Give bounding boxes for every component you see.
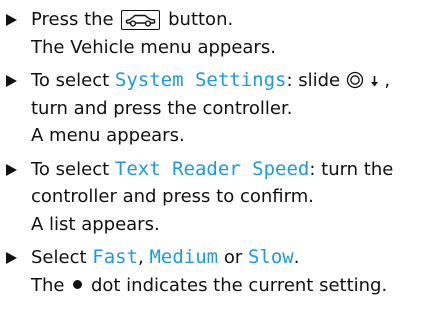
down-arrow-icon [370, 70, 385, 91]
step-2-text-b: : slide [286, 70, 341, 91]
controller-icon-shape [346, 71, 364, 89]
bullet-triangle-icon [6, 14, 17, 26]
step-2-result: A menu appears. [31, 125, 185, 146]
car-icon [121, 10, 161, 30]
step-3-text-c: controller and press to confirm. [31, 186, 314, 207]
down-arrow-icon-shape [370, 76, 378, 87]
step-4-result-b: dot indicates the current setting. [90, 274, 388, 296]
step-2-text-c: , [384, 70, 391, 91]
step-4-sep-2: or [218, 247, 248, 268]
option-medium: Medium [149, 246, 219, 268]
step-4-text-a: Select [31, 247, 93, 268]
step-4-end: . [293, 247, 300, 268]
controller-icon [346, 70, 370, 91]
step-3-text-b: : turn the [309, 158, 394, 180]
option-slow: Slow [247, 246, 294, 268]
step-4-sep-1: , [138, 247, 150, 268]
bullet-triangle-icon [6, 163, 17, 176]
step-2-text-d: turn and press the controller. [31, 97, 293, 119]
step-1-text-a: Press the [31, 9, 114, 30]
menu-item-system-settings: System Settings [114, 69, 287, 91]
step-1-result: The Vehicle menu appears. [31, 36, 276, 58]
step-1: Press the button. The Vehicle menu appea… [6, 6, 443, 61]
car-icon-shape [126, 14, 156, 27]
bullet-triangle-icon [6, 252, 17, 264]
step-3-text-a: To select [31, 158, 115, 180]
bullet-triangle-icon [6, 75, 17, 87]
step-4-result-a: The [31, 274, 65, 296]
step-2: To select System Settings: slide , turn … [6, 67, 443, 150]
step-4: Select Fast, Medium or Slow. The dot ind… [6, 244, 443, 299]
step-1-text-b: button. [168, 9, 234, 30]
menu-item-text-reader-speed: Text Reader Speed [114, 157, 310, 180]
filled-dot-icon [73, 279, 83, 289]
step-3-result: A list appears. [31, 213, 160, 235]
instruction-page: Press the button. The Vehicle menu appea… [0, 0, 447, 327]
step-3: To select Text Reader Speed: turn the co… [6, 156, 443, 239]
step-2-text-a: To select [31, 70, 115, 91]
option-fast: Fast [92, 246, 139, 268]
